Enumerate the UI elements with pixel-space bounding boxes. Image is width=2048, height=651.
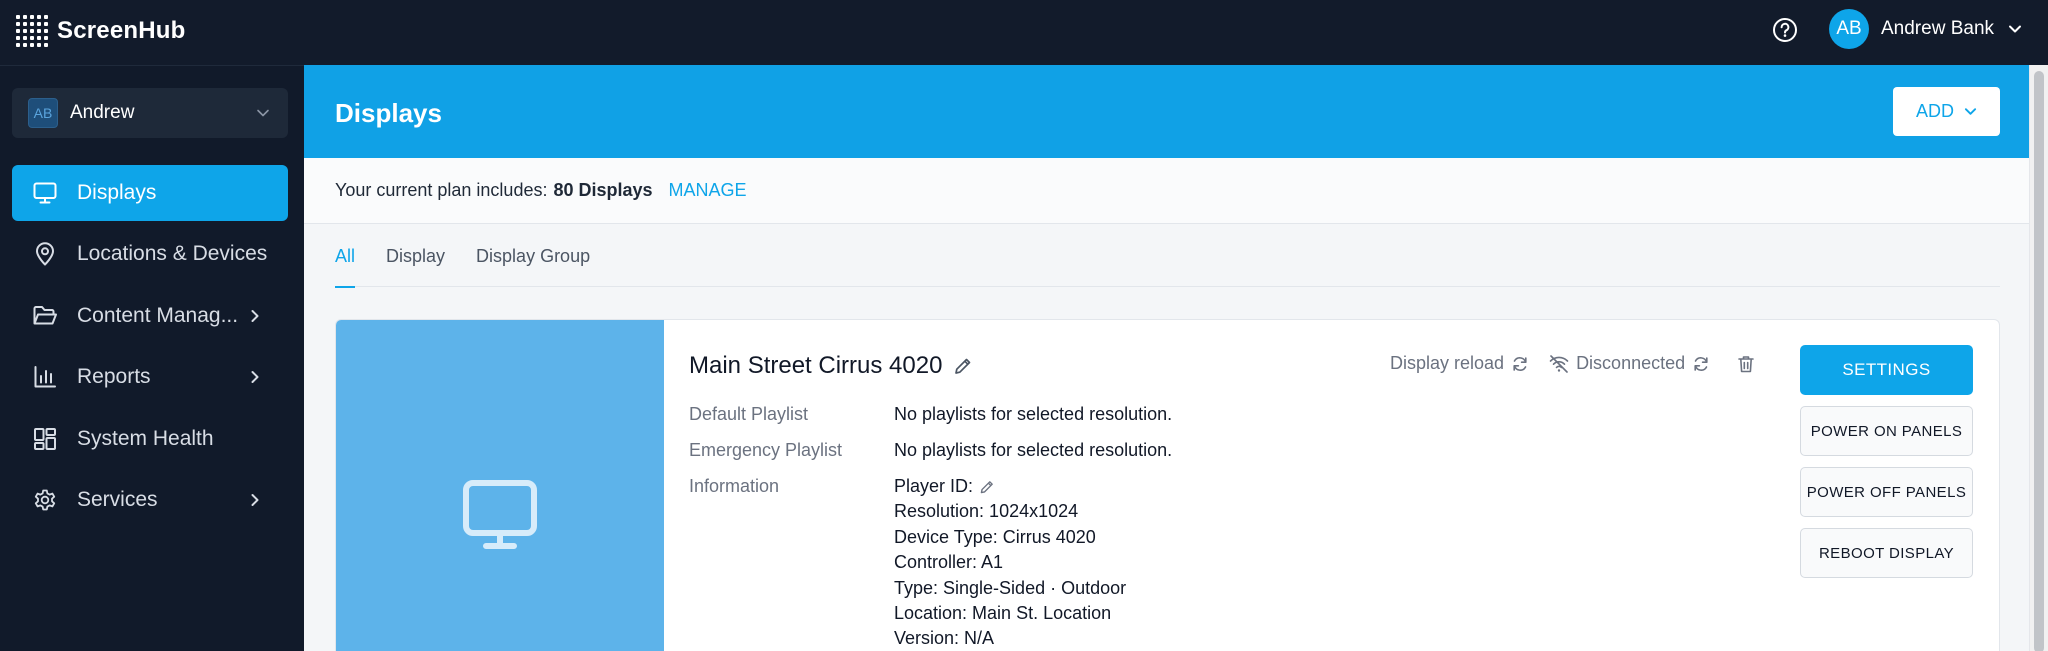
default-playlist-label: Default Playlist xyxy=(689,404,809,424)
chevron-right-icon xyxy=(251,494,259,506)
wifi-off-icon xyxy=(1549,354,1569,373)
avatar: AB xyxy=(1829,9,1869,49)
sidebar-item-reports[interactable]: Reports xyxy=(12,349,288,405)
location: Location: Main St. Location xyxy=(894,603,1112,624)
default-playlist-row: Default Playlist No playlists for select… xyxy=(689,402,1172,427)
connection-status[interactable]: Disconnected xyxy=(1549,353,1710,374)
scrollbar-thumb[interactable] xyxy=(2034,71,2044,651)
bar-chart-icon xyxy=(34,366,56,388)
player-id-line: Player ID: xyxy=(894,474,1126,499)
plan-value: 80 Displays xyxy=(553,180,653,200)
tab-display[interactable]: Display xyxy=(386,225,445,287)
refresh-icon xyxy=(1694,356,1708,371)
account-avatar: AB xyxy=(28,98,58,128)
version: Version: N/A xyxy=(894,628,995,649)
emergency-playlist-value: No playlists for selected resolution. xyxy=(894,440,1173,460)
page-header: Displays ADD xyxy=(304,65,2029,158)
top-bar: ScreenHub AB Andrew Bank xyxy=(0,0,2048,65)
chevron-right-icon xyxy=(251,310,259,322)
vertical-scrollbar[interactable] xyxy=(2029,65,2048,651)
emergency-playlist-row: Emergency Playlist No playlists for sele… xyxy=(689,438,1172,463)
sidebar-item-label: Reports xyxy=(77,365,151,388)
map-pin-icon xyxy=(36,242,54,266)
chevron-down-icon xyxy=(2009,25,2022,33)
trash-icon xyxy=(1738,355,1754,372)
folder-icon xyxy=(33,306,57,325)
tab-list: All Display Display Group xyxy=(335,225,2000,288)
tab-all[interactable]: All xyxy=(335,225,356,288)
display-reload-label: Display reload xyxy=(1390,353,1505,373)
information-list: Player ID: Resolution: 1024x1024 Device … xyxy=(894,474,1126,651)
controller: Controller: A1 xyxy=(894,552,1004,573)
brand-name: ScreenHub xyxy=(57,17,186,44)
account-name: Andrew xyxy=(70,102,135,123)
sidebar-item-system-health[interactable]: System Health xyxy=(12,411,288,467)
sidebar-item-label: Content Manag... xyxy=(77,304,239,327)
display-action-buttons: SETTINGS POWER ON PANELS POWER OFF PANEL… xyxy=(1800,345,1973,589)
plan-label: Your current plan includes: xyxy=(335,180,548,200)
user-menu[interactable]: AB Andrew Bank xyxy=(1829,9,2022,49)
sidebar: AB Andrew Displays Locations & Devices C… xyxy=(0,65,304,651)
sidebar-item-displays[interactable]: Displays xyxy=(12,165,288,221)
account-selector[interactable]: AB Andrew xyxy=(12,88,288,138)
display-properties: Default Playlist No playlists for select… xyxy=(689,402,1172,651)
tab-display-group[interactable]: Display Group xyxy=(476,225,590,287)
help-circle-icon[interactable] xyxy=(1771,16,1799,44)
manage-link[interactable]: MANAGE xyxy=(669,180,747,201)
plan-bar: Your current plan includes: 80 Displays … xyxy=(304,158,2029,224)
add-button[interactable]: ADD xyxy=(1893,87,2000,136)
chevron-down-icon xyxy=(1964,108,1977,115)
device-type: Device Type: Cirrus 4020 xyxy=(894,526,1096,547)
pencil-icon[interactable] xyxy=(953,356,973,376)
power-on-panels-button[interactable]: POWER ON PANELS xyxy=(1800,406,1973,456)
pencil-icon[interactable] xyxy=(979,479,995,495)
monitor-icon xyxy=(33,182,57,204)
display-reload-button[interactable]: Display reload xyxy=(1390,353,1529,374)
sidebar-item-label: Locations & Devices xyxy=(77,242,268,265)
page-title: Displays xyxy=(335,98,442,128)
display-card: Main Street Cirrus 4020 Display reload D… xyxy=(335,319,2000,651)
sidebar-item-services[interactable]: Services xyxy=(12,472,288,528)
monitor-icon xyxy=(463,480,537,549)
chevron-down-icon xyxy=(257,109,269,117)
sidebar-item-label: Services xyxy=(77,488,158,511)
player-id: Player ID: xyxy=(894,476,974,496)
user-name: Andrew Bank xyxy=(1881,18,1995,39)
sidebar-item-label: System Health xyxy=(77,427,214,450)
resolution: Resolution: 1024x1024 xyxy=(894,501,1079,522)
add-button-label: ADD xyxy=(1915,101,1954,121)
display-title-row: Main Street Cirrus 4020 xyxy=(689,352,973,380)
refresh-icon xyxy=(1513,356,1527,371)
information-row: Information Player ID: Resolution: 1024x… xyxy=(689,474,1172,651)
display-thumbnail xyxy=(336,320,664,651)
display-actions: Display reload Disconnected xyxy=(1390,353,1755,374)
default-playlist-value: No playlists for selected resolution. xyxy=(894,404,1173,424)
reboot-display-button[interactable]: REBOOT DISPLAY xyxy=(1800,528,1973,578)
screenhub-logo-icon xyxy=(16,15,48,47)
brand[interactable]: ScreenHub xyxy=(16,15,186,47)
chevron-right-icon xyxy=(251,371,259,383)
sidebar-item-content-management[interactable]: Content Manag... xyxy=(12,288,288,344)
display-type: Type: Single-Sided · Outdoor xyxy=(894,577,1127,598)
sidebar-item-label: Displays xyxy=(77,181,157,204)
gear-icon xyxy=(34,489,56,511)
settings-button[interactable]: SETTINGS xyxy=(1800,345,1973,395)
information-label: Information xyxy=(689,476,780,496)
display-title: Main Street Cirrus 4020 xyxy=(689,352,943,379)
connection-status-label: Disconnected xyxy=(1576,353,1686,373)
dashboard-icon xyxy=(34,428,56,450)
sidebar-item-locations-devices[interactable]: Locations & Devices xyxy=(12,226,288,282)
power-off-panels-button[interactable]: POWER OFF PANELS xyxy=(1800,467,1973,517)
emergency-playlist-label: Emergency Playlist xyxy=(689,440,843,460)
main-content: Displays ADD Your current plan includes:… xyxy=(304,65,2029,651)
delete-button[interactable] xyxy=(1730,354,1755,374)
